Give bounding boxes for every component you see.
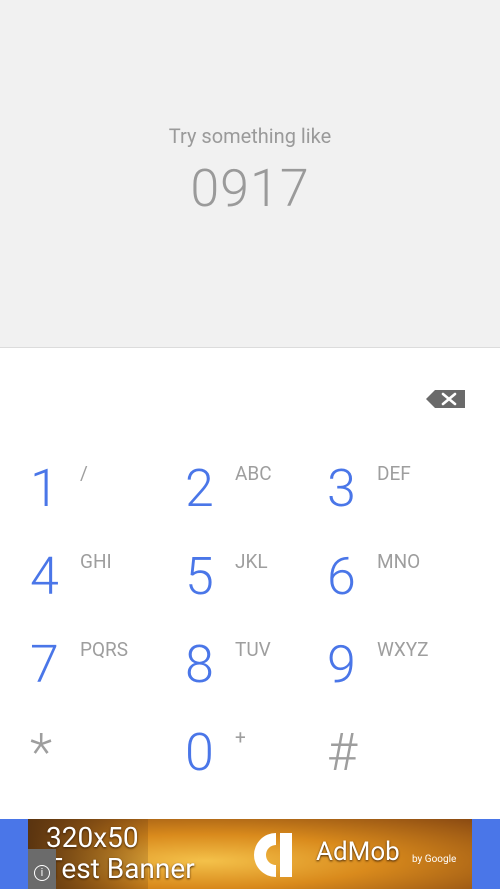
key-letters: DEF xyxy=(377,462,411,485)
ad-size-label: 320x50 xyxy=(46,821,139,854)
number-display-area: Try something like 0917 xyxy=(0,0,500,348)
key-digit: 4 xyxy=(30,546,59,607)
backspace-button[interactable] xyxy=(425,389,467,409)
key-hash[interactable]: # xyxy=(327,704,487,792)
key-letters: WXYZ xyxy=(377,638,429,661)
key-letters: TUV xyxy=(235,638,271,661)
key-letters: ABC xyxy=(235,462,272,485)
key-4[interactable]: 4 GHI xyxy=(30,528,190,616)
ad-creative[interactable]: 320x50 Test Banner AdMob by Google xyxy=(28,819,472,889)
key-digit: 8 xyxy=(185,634,214,695)
backspace-icon xyxy=(426,390,465,408)
key-digit: 1 xyxy=(30,458,59,519)
key-digit: 5 xyxy=(185,546,214,607)
key-letters: / xyxy=(80,462,88,485)
key-0[interactable]: 0 + xyxy=(185,704,345,792)
key-letters: PQRS xyxy=(80,638,129,661)
hint-example-number: 0917 xyxy=(190,158,310,219)
key-6[interactable]: 6 MNO xyxy=(327,528,487,616)
key-digit: 7 xyxy=(30,634,59,695)
key-digit: 9 xyxy=(327,634,356,695)
admob-logo-icon xyxy=(254,833,292,877)
ad-brand: AdMob xyxy=(316,837,400,867)
key-9[interactable]: 9 WXYZ xyxy=(327,616,487,704)
key-letters: + xyxy=(235,726,246,749)
key-digit: * xyxy=(30,722,53,783)
key-8[interactable]: 8 TUV xyxy=(185,616,345,704)
key-letters: MNO xyxy=(377,550,421,573)
key-1[interactable]: 1 / xyxy=(30,440,190,528)
key-3[interactable]: 3 DEF xyxy=(327,440,487,528)
key-letters: JKL xyxy=(235,550,268,573)
key-digit: 3 xyxy=(327,458,356,519)
ad-by-google: by Google xyxy=(412,854,457,865)
info-icon: i xyxy=(34,865,50,881)
key-digit: # xyxy=(327,722,358,783)
key-digit: 6 xyxy=(327,546,356,607)
key-2[interactable]: 2 ABC xyxy=(185,440,345,528)
ad-info-button[interactable]: i xyxy=(28,849,56,889)
key-digit: 2 xyxy=(185,458,214,519)
ad-test-label: Test Banner xyxy=(46,852,195,885)
key-letters: GHI xyxy=(80,550,112,573)
key-digit: 0 xyxy=(185,722,214,783)
key-star[interactable]: * xyxy=(30,704,190,792)
key-7[interactable]: 7 PQRS xyxy=(30,616,190,704)
ad-banner[interactable]: 320x50 Test Banner AdMob by Google xyxy=(0,819,500,889)
key-5[interactable]: 5 JKL xyxy=(185,528,345,616)
hint-prompt: Try something like xyxy=(168,124,332,148)
